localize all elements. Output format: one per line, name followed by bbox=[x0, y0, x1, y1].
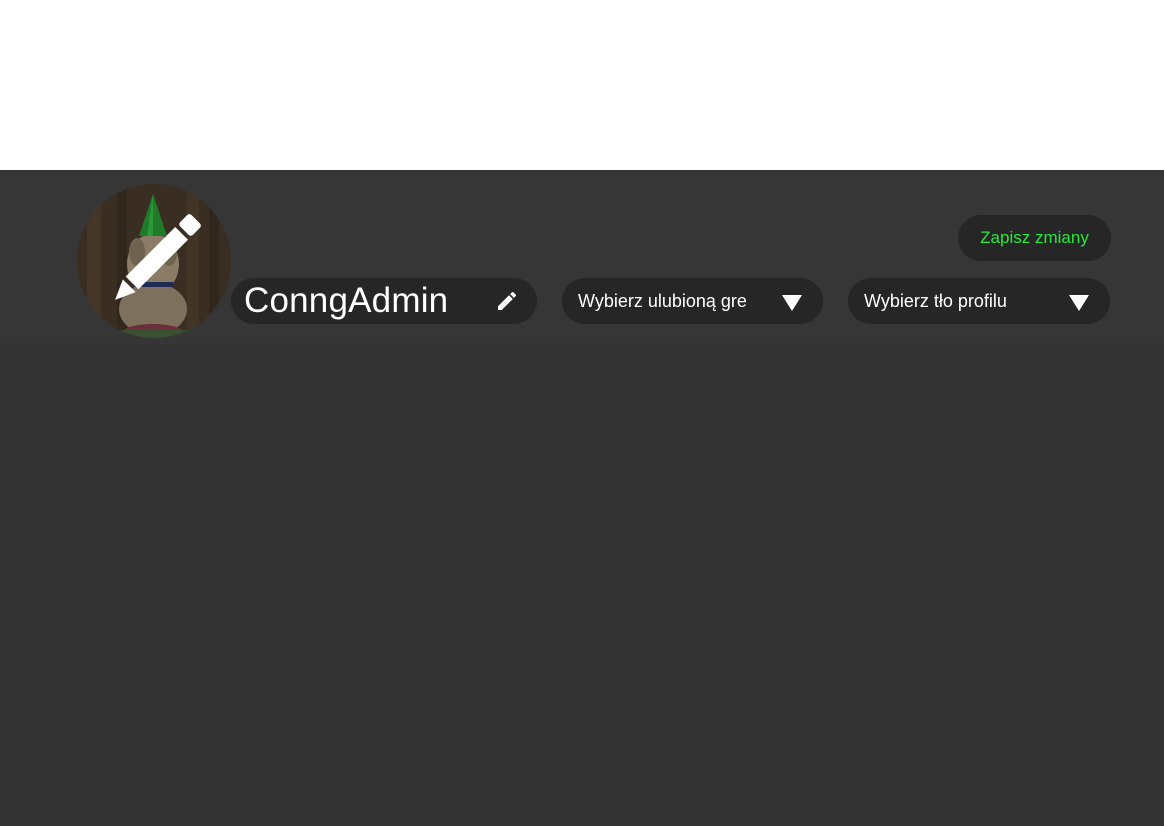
username-text: ConngAdmin bbox=[244, 281, 449, 320]
profile-background-select[interactable]: Wybierz tło profilu bbox=[848, 278, 1110, 324]
save-changes-label: Zapisz zmiany bbox=[980, 228, 1089, 247]
top-blank-area bbox=[0, 0, 1164, 170]
profile-background-select-label: Wybierz tło profilu bbox=[864, 290, 1007, 311]
avatar[interactable] bbox=[77, 184, 231, 338]
triangle-down-icon bbox=[1069, 295, 1089, 311]
avatar-edit-pencil-icon bbox=[115, 214, 201, 300]
save-changes-button[interactable]: Zapisz zmiany bbox=[958, 215, 1111, 261]
profile-panel: ConngAdmin Wybierz ulubioną gre Wybierz … bbox=[0, 170, 1164, 826]
favorite-game-select-label: Wybierz ulubioną gre bbox=[578, 290, 747, 311]
triangle-down-icon bbox=[782, 295, 802, 311]
favorite-game-select[interactable]: Wybierz ulubioną gre bbox=[562, 278, 823, 324]
pencil-icon[interactable] bbox=[495, 289, 519, 313]
username-field[interactable]: ConngAdmin bbox=[231, 278, 537, 324]
